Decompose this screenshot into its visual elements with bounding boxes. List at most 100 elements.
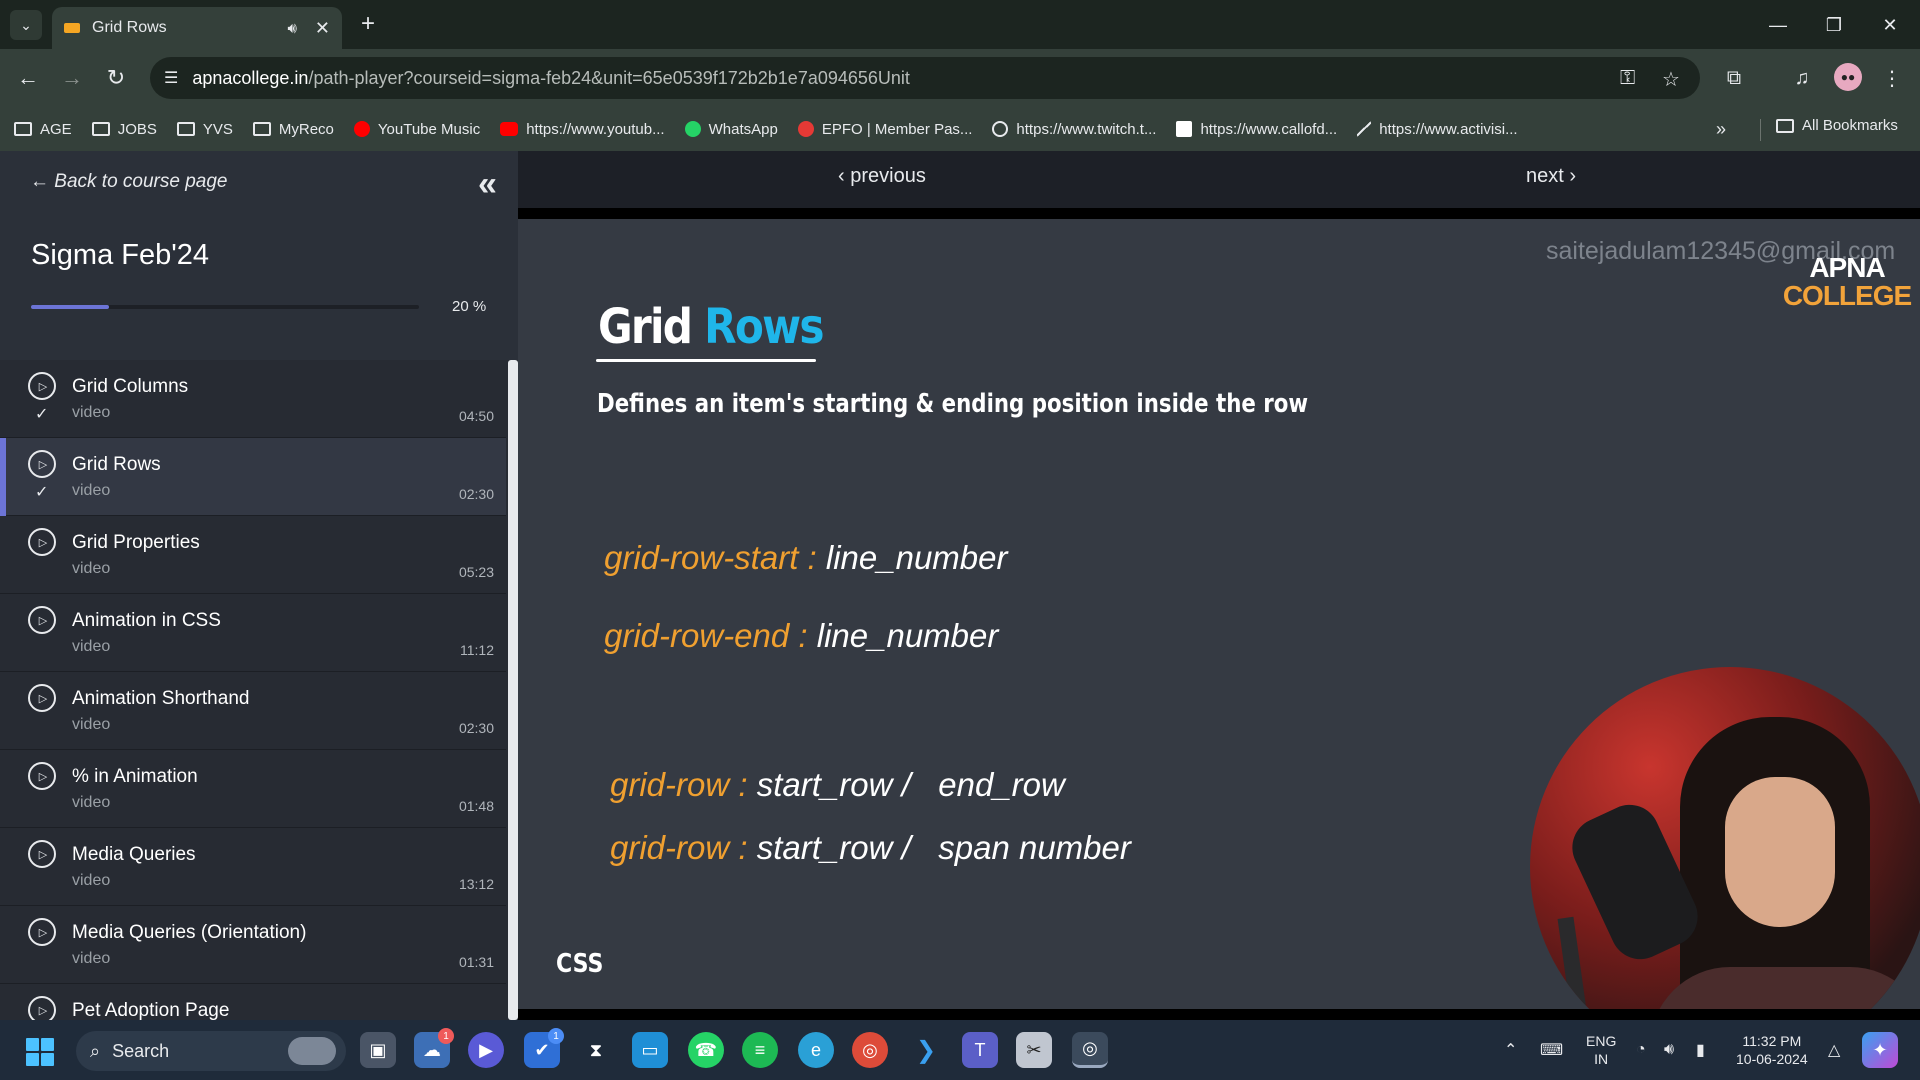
- new-tab-button[interactable]: +: [354, 10, 382, 38]
- tab-title: Grid Rows: [92, 19, 167, 36]
- lesson-duration: 02:30: [458, 486, 494, 502]
- play-circle-icon: ▷: [28, 528, 56, 556]
- lesson-title: Animation in CSS: [72, 610, 221, 631]
- presenter-face: [1725, 777, 1835, 927]
- lesson-item[interactable]: ▷ ✓ Grid Rows video 02:30: [0, 438, 506, 516]
- lesson-item[interactable]: ▷ Grid Properties video 05:23: [0, 516, 506, 594]
- taskbar-search[interactable]: ⌕ Search: [76, 1031, 346, 1071]
- mic-stand: [1557, 916, 1599, 1009]
- folder-icon: [91, 122, 110, 136]
- input-language[interactable]: ENG IN: [1586, 1032, 1616, 1068]
- show-hidden-icons[interactable]: ⌃: [1504, 1020, 1517, 1080]
- lesson-item[interactable]: ▷ % in Animation video 01:48: [0, 750, 506, 828]
- teams-chat-icon[interactable]: ▶: [468, 1032, 504, 1068]
- plus-icon: +: [360, 10, 375, 37]
- edge-icon[interactable]: e: [798, 1032, 834, 1068]
- reload-button[interactable]: ↻: [100, 62, 132, 94]
- weather-icon[interactable]: ☁ 1: [414, 1028, 454, 1068]
- bookmark-youtube-music[interactable]: YouTube Music: [353, 121, 480, 138]
- lesson-list: ▷ ✓ Grid Columns video 04:50 ▷ ✓ Grid Rows video…: [0, 360, 506, 1020]
- title-underline: [596, 359, 816, 362]
- bookmark-epfo[interactable]: EPFO | Member Pas...: [797, 121, 972, 138]
- close-window-button[interactable]: ✕: [1870, 10, 1910, 40]
- windows-logo-icon: [41, 1038, 54, 1051]
- keyboard-icon[interactable]: ⌨: [1540, 1020, 1563, 1080]
- lesson-item[interactable]: ▷ Media Queries video 13:12: [0, 828, 506, 906]
- arrow-left-icon: ←: [30, 171, 55, 192]
- all-bookmarks-button[interactable]: All Bookmarks: [1776, 117, 1898, 134]
- video-player[interactable]: saitejadulam12345@gmail.com APNA COLLEGE…: [518, 208, 1920, 1020]
- sidebar-scrollbar[interactable]: [508, 360, 518, 1020]
- url-path: /path-player?courseid=sigma-feb24&unit=6…: [308, 67, 910, 88]
- windows-taskbar: ⌕ Search ▣ ☁ 1 ▶ ✔ 1 ⧗ ▭ ☎ ≡ e ◎ ❯ T ✂ ◎ ⌃…: [0, 1020, 1920, 1080]
- bookmark-callofduty[interactable]: https://www.callofd...: [1176, 121, 1337, 138]
- lesson-title: Animation Shorthand: [72, 688, 250, 709]
- minimize-button[interactable]: —: [1758, 10, 1798, 40]
- wifi-icon[interactable]: ◔: [1636, 1020, 1646, 1080]
- restore-icon: ❐: [1825, 14, 1843, 35]
- next-lesson-button[interactable]: next ›: [1526, 165, 1576, 188]
- collapse-sidebar-button[interactable]: «: [478, 165, 497, 204]
- spotify-icon[interactable]: ≡: [742, 1032, 778, 1068]
- extensions-icon[interactable]: ⧉: [1718, 62, 1750, 94]
- chrome-profile-icon[interactable]: ◎: [1072, 1032, 1108, 1068]
- system-clock[interactable]: 11:32 PM 10-06-2024: [1736, 1032, 1808, 1068]
- play-circle-icon: ▷: [28, 372, 56, 400]
- close-icon[interactable]: ✕: [315, 18, 330, 39]
- bookmark-youtube[interactable]: https://www.youtub...: [500, 121, 665, 138]
- back-button[interactable]: ←: [12, 62, 44, 94]
- bookmark-twitch[interactable]: https://www.twitch.t...: [992, 121, 1156, 138]
- bookmark-age[interactable]: AGE: [14, 121, 72, 138]
- youtube-music-icon: [353, 121, 370, 137]
- tab-grid-rows[interactable]: Grid Rows 🔊︎ ✕: [52, 7, 342, 49]
- lesson-title: Grid Properties: [72, 532, 200, 553]
- chrome-icon[interactable]: ◎: [852, 1032, 888, 1068]
- task-view-icon[interactable]: ▣: [360, 1032, 396, 1068]
- todo-icon[interactable]: ✔ 1: [524, 1028, 564, 1068]
- lesson-duration: 11:12: [460, 642, 494, 658]
- media-controls-icon[interactable]: ♫: [1786, 62, 1818, 94]
- vscode-icon[interactable]: ❯: [908, 1032, 944, 1068]
- bookmark-myreco[interactable]: MyReco: [252, 121, 334, 138]
- desktop-icon[interactable]: ▭: [632, 1032, 668, 1068]
- bookmarks-overflow-icon[interactable]: »: [1716, 119, 1726, 140]
- previous-lesson-button[interactable]: ‹ previous: [838, 165, 926, 188]
- profile-avatar[interactable]: ●●: [1834, 63, 1862, 91]
- lesson-item[interactable]: ▷Pet Adoption Pagevideo: [0, 984, 506, 1020]
- bookmark-yvs[interactable]: YVS: [176, 121, 233, 138]
- lesson-item[interactable]: ▷ Media Queries (Orientation) video 01:31: [0, 906, 506, 984]
- snipping-tool-icon[interactable]: ✂: [1016, 1032, 1052, 1068]
- bookmark-whatsapp[interactable]: WhatsApp: [684, 121, 778, 138]
- sidebar-header: ← Back to course page « Sigma Feb'24 20 …: [0, 151, 518, 360]
- address-bar[interactable]: ☰ apnacollege.in/path-player?courseid=si…: [150, 57, 1700, 99]
- bookmark-activision[interactable]: https://www.activisi...: [1357, 121, 1518, 138]
- chevron-left-icon: ‹: [838, 165, 851, 187]
- copilot-icon[interactable]: ✦: [1862, 1032, 1898, 1068]
- avatar-glasses-icon: ●●: [1840, 70, 1856, 84]
- teams-icon[interactable]: T: [962, 1032, 998, 1068]
- bookmark-jobs[interactable]: JOBS: [91, 121, 157, 138]
- volume-icon[interactable]: 🔊︎: [1664, 1020, 1674, 1080]
- back-to-course-link[interactable]: ← Back to course page: [30, 171, 228, 193]
- restore-button[interactable]: ❐: [1814, 10, 1854, 40]
- password-key-icon[interactable]: ⚿: [1620, 67, 1635, 90]
- whatsapp-icon: [684, 121, 701, 137]
- lesson-item[interactable]: ▷ Animation Shorthand video 02:30: [0, 672, 506, 750]
- notification-bell-icon[interactable]: △: [1828, 1020, 1840, 1080]
- more-menu-icon[interactable]: ⋮: [1876, 62, 1908, 94]
- bookmark-star-icon[interactable]: ☆: [1662, 67, 1680, 92]
- site-info-icon[interactable]: ☰: [164, 68, 178, 88]
- whatsapp-icon[interactable]: ☎: [688, 1032, 724, 1068]
- browser-tab-strip: ⌄ Grid Rows 🔊︎ ✕ + — ❐ ✕: [0, 0, 1920, 49]
- course-title: Sigma Feb'24: [31, 239, 210, 271]
- forward-button[interactable]: →: [56, 62, 88, 94]
- play-circle-icon: ▷: [28, 684, 56, 712]
- hourglass-icon[interactable]: ⧗: [578, 1032, 614, 1068]
- lesson-item[interactable]: ▷ ✓ Grid Columns video 04:50: [0, 360, 506, 438]
- bookmarks-bar: AGE JOBS YVS MyReco YouTube Music https:…: [0, 107, 1920, 151]
- battery-icon[interactable]: ▮: [1696, 1020, 1705, 1080]
- start-button[interactable]: [26, 1038, 54, 1066]
- lesson-item[interactable]: ▷ Animation in CSS video 11:12: [0, 594, 506, 672]
- tab-search-button[interactable]: ⌄: [10, 10, 42, 40]
- speaker-icon[interactable]: 🔊︎: [287, 20, 296, 37]
